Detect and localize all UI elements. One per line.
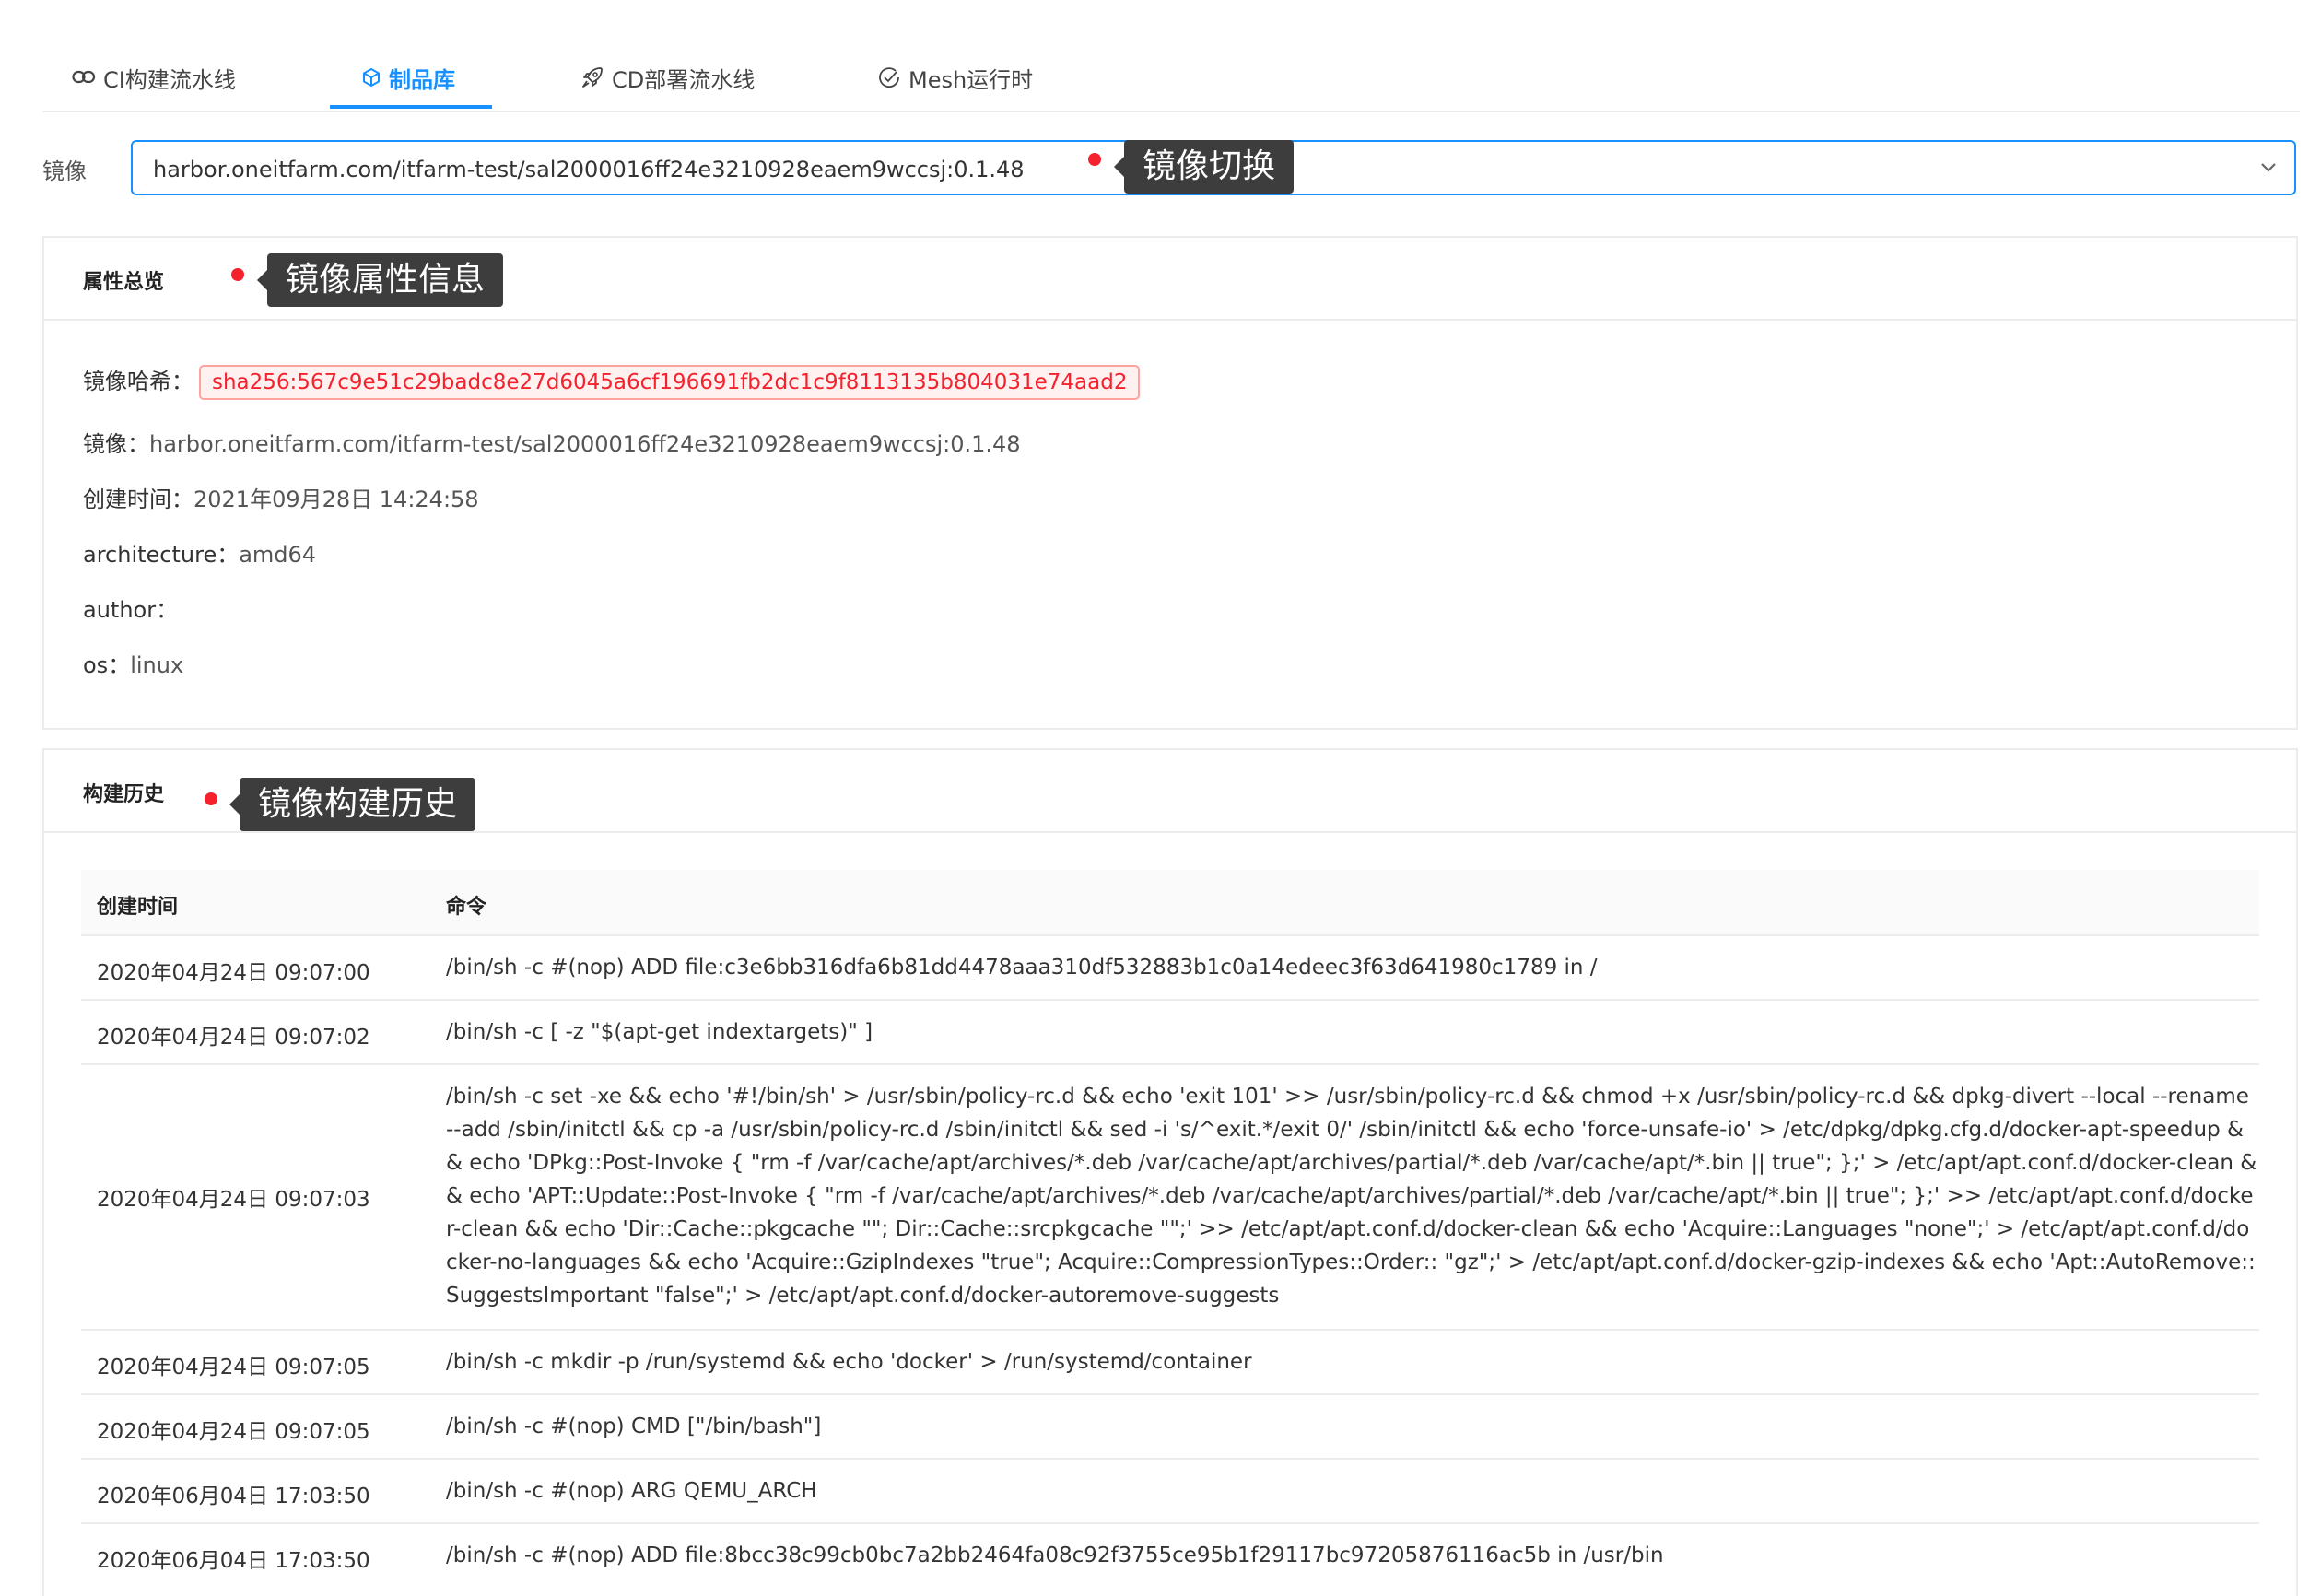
row-time: 2020年04月24日 09:07:02 — [97, 1026, 370, 1050]
prop-value: 2021年09月28日 14:24:58 — [193, 487, 479, 512]
row-command: /bin/sh -c #(nop) ADD file:c3e6bb316dfa6… — [446, 956, 1598, 980]
image-hash-tag: sha256:567c9e51c29badc8e27d6045a6cf19669… — [199, 365, 1141, 400]
tab-label: Mesh运行时 — [908, 66, 1034, 93]
tab-label: CD部署流水线 — [612, 66, 756, 93]
overview-title: 属性总览 — [83, 271, 165, 294]
row-command: /bin/sh -c #(nop) ADD file:8bcc38c99cb0b… — [446, 1543, 1664, 1567]
row-time: 2020年04月24日 09:07:05 — [97, 1420, 370, 1444]
table-row: 2020年04月24日 09:07:03 /bin/sh -c set -xe … — [81, 1065, 2259, 1331]
tab-artifact-repo[interactable]: 制品库 — [361, 46, 455, 109]
table-row: 2020年04月24日 09:07:05 /bin/sh -c mkdir -p… — [81, 1331, 2259, 1395]
tab-mesh-runtime[interactable]: Mesh运行时 — [877, 46, 1033, 109]
annotation-tooltip-image-props: 镜像属性信息 — [256, 253, 504, 307]
table-row: 2020年04月24日 09:07:00 /bin/sh -c #(nop) A… — [81, 936, 2259, 1001]
annotation-dot — [1088, 153, 1101, 166]
history-table: 创建时间 命令 2020年04月24日 09:07:00 /bin/sh -c … — [81, 870, 2259, 1587]
prop-value: harbor.oneitfarm.com/itfarm-test/sal2000… — [149, 431, 1021, 457]
tab-label: 制品库 — [389, 66, 455, 93]
row-time: 2020年06月04日 17:03:50 — [97, 1549, 370, 1573]
column-header-time: 创建时间 — [97, 896, 179, 919]
table-row: 2020年04月24日 09:07:02 /bin/sh -c [ -z "$(… — [81, 1001, 2259, 1065]
row-time: 2020年06月04日 17:03:50 — [97, 1485, 370, 1508]
prop-key: os： — [83, 652, 131, 678]
row-command: /bin/sh -c set -xe && echo '#!/bin/sh' >… — [446, 1085, 2257, 1308]
history-title: 构建历史 — [83, 783, 165, 806]
image-select-value: harbor.oneitfarm.com/itfarm-test/sal2000… — [153, 157, 1025, 182]
row-command: /bin/sh -c mkdir -p /run/systemd && echo… — [446, 1350, 1252, 1374]
cube-icon — [361, 67, 381, 88]
prop-architecture: architecture：amd64 — [83, 536, 316, 569]
chevron-down-icon[interactable] — [2259, 160, 2278, 173]
row-command: /bin/sh -c [ -z "$(apt-get indextargets)… — [446, 1020, 873, 1044]
table-row: 2020年04月24日 09:07:05 /bin/sh -c #(nop) C… — [81, 1395, 2259, 1460]
prop-image-hash: 镜像哈希： sha256:567c9e51c29badc8e27d6045a6cf… — [83, 363, 1141, 400]
image-select-label: 镜像 — [42, 158, 87, 184]
row-command: /bin/sh -c #(nop) ARG QEMU_ARCH — [446, 1479, 817, 1503]
tab-ci-pipeline[interactable]: CI构建流水线 — [72, 46, 236, 109]
table-row: 2020年06月04日 17:03:50 /bin/sh -c #(nop) A… — [81, 1460, 2259, 1524]
history-card: 构建历史 创建时间 命令 2020年04月24日 09:07:00 /bin/s… — [42, 748, 2298, 1596]
row-command: /bin/sh -c #(nop) CMD ["/bin/bash"] — [446, 1414, 822, 1438]
table-header: 创建时间 命令 — [81, 870, 2259, 936]
column-header-command: 命令 — [446, 896, 487, 919]
prop-author: author： — [83, 592, 178, 624]
row-time: 2020年04月24日 09:07:00 — [97, 961, 370, 985]
prop-value: linux — [130, 652, 184, 678]
tab-label: CI构建流水线 — [103, 66, 236, 93]
annotation-tooltip-image-switch: 镜像切换 — [1113, 140, 1295, 194]
prop-key: 镜像： — [83, 431, 149, 457]
check-circle-icon — [877, 65, 901, 89]
prop-os: os：linux — [83, 647, 183, 679]
prop-value: amd64 — [239, 542, 317, 568]
tab-cd-pipeline[interactable]: CD部署流水线 — [580, 46, 755, 109]
annotation-tooltip-build-history: 镜像构建历史 — [229, 778, 476, 831]
active-tab-indicator — [330, 105, 492, 109]
prop-key: 镜像哈希： — [83, 369, 193, 394]
link-icon — [72, 69, 96, 86]
prop-created-time: 创建时间：2021年09月28日 14:24:58 — [83, 481, 479, 513]
prop-image: 镜像：harbor.oneitfarm.com/itfarm-test/sal2… — [83, 426, 1021, 458]
row-time: 2020年04月24日 09:07:03 — [97, 1188, 370, 1212]
prop-key: 创建时间： — [83, 487, 193, 512]
annotation-dot — [205, 792, 217, 805]
table-row: 2020年06月04日 17:03:50 /bin/sh -c #(nop) A… — [81, 1524, 2259, 1587]
prop-key: author： — [83, 597, 179, 623]
row-time: 2020年04月24日 09:07:05 — [97, 1355, 370, 1379]
rocket-icon — [580, 65, 604, 89]
overview-card: 属性总览 镜像哈希： sha256:567c9e51c29badc8e27d604… — [42, 236, 2298, 730]
annotation-dot — [231, 268, 244, 281]
tab-bar: CI构建流水线 制品库 CD部署流水线 Mesh运行时 — [42, 46, 2300, 112]
prop-key: architecture： — [83, 542, 240, 568]
